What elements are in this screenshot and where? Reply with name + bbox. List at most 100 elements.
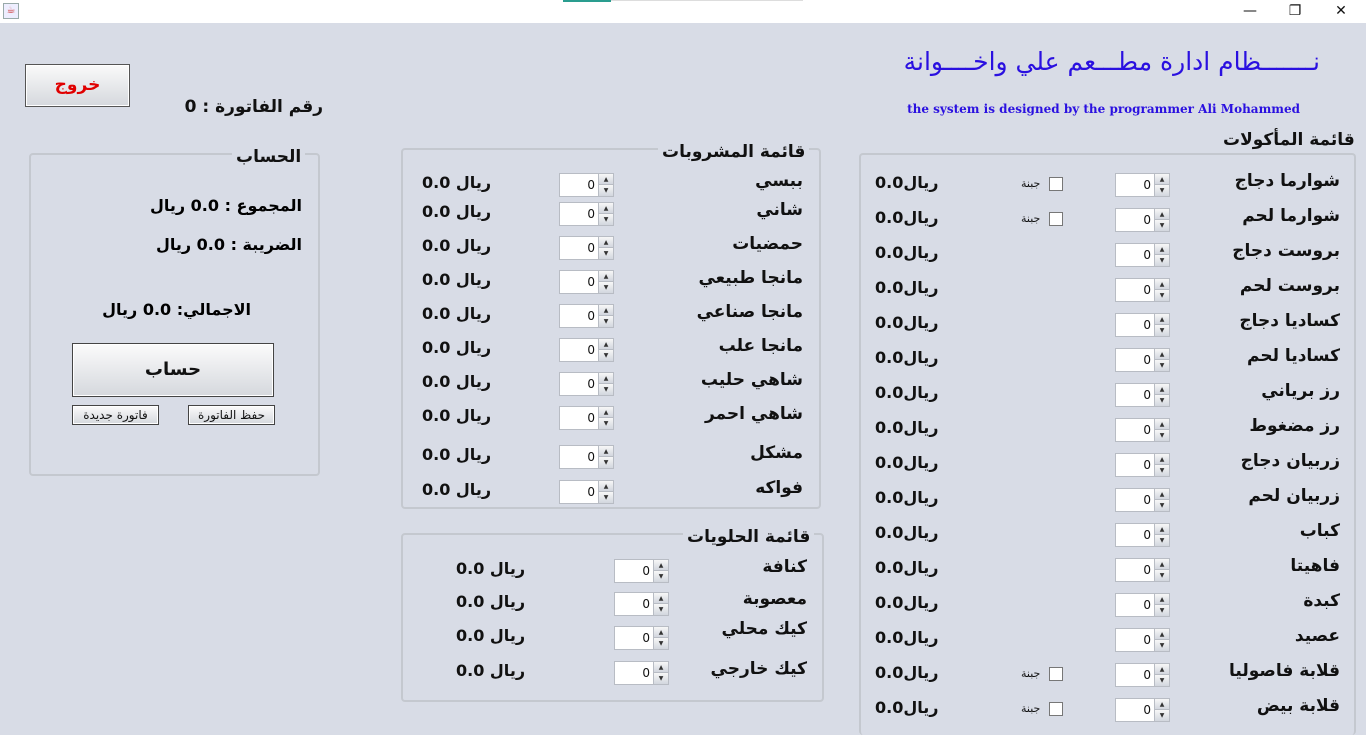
quantity-spinner[interactable]: 0 ▲ ▼ <box>559 236 614 260</box>
quantity-value[interactable]: 0 <box>560 373 597 395</box>
quantity-spinner[interactable]: 0 ▲ ▼ <box>1115 593 1170 617</box>
quantity-value[interactable]: 0 <box>1116 629 1153 651</box>
quantity-spinner[interactable]: 0 ▲ ▼ <box>1115 313 1170 337</box>
spinner-up-arrow-icon[interactable]: ▲ <box>653 662 668 673</box>
spinner-down-arrow-icon[interactable]: ▼ <box>598 350 613 361</box>
quantity-spinner[interactable]: 0 ▲ ▼ <box>1115 348 1170 372</box>
spinner-down-arrow-icon[interactable]: ▼ <box>598 418 613 429</box>
quantity-spinner[interactable]: 0 ▲ ▼ <box>1115 383 1170 407</box>
spinner-down-arrow-icon[interactable]: ▼ <box>598 457 613 468</box>
spinner-down-arrow-icon[interactable]: ▼ <box>1154 395 1169 406</box>
spinner-up-arrow-icon[interactable]: ▲ <box>1154 419 1169 430</box>
spinner-down-arrow-icon[interactable]: ▼ <box>1154 185 1169 196</box>
spinner-up-arrow-icon[interactable]: ▲ <box>1154 629 1169 640</box>
quantity-spinner[interactable]: 0 ▲ ▼ <box>1115 243 1170 267</box>
quantity-value[interactable]: 0 <box>615 560 652 582</box>
quantity-value[interactable]: 0 <box>1116 419 1153 441</box>
spinner-down-arrow-icon[interactable]: ▼ <box>653 638 668 649</box>
quantity-value[interactable]: 0 <box>560 481 597 503</box>
quantity-value[interactable]: 0 <box>615 593 652 615</box>
quantity-spinner[interactable]: 0 ▲ ▼ <box>1115 523 1170 547</box>
spinner-up-arrow-icon[interactable]: ▲ <box>1154 524 1169 535</box>
minimize-button[interactable]: — <box>1227 0 1273 22</box>
spinner-down-arrow-icon[interactable]: ▼ <box>1154 325 1169 336</box>
spinner-up-arrow-icon[interactable]: ▲ <box>598 373 613 384</box>
spinner-down-arrow-icon[interactable]: ▼ <box>1154 570 1169 581</box>
quantity-spinner[interactable]: 0 ▲ ▼ <box>614 559 669 583</box>
spinner-down-arrow-icon[interactable]: ▼ <box>1154 360 1169 371</box>
quantity-value[interactable]: 0 <box>560 271 597 293</box>
spinner-up-arrow-icon[interactable]: ▲ <box>598 174 613 185</box>
quantity-spinner[interactable]: 0 ▲ ▼ <box>559 270 614 294</box>
spinner-down-arrow-icon[interactable]: ▼ <box>1154 605 1169 616</box>
spinner-down-arrow-icon[interactable]: ▼ <box>598 492 613 503</box>
spinner-up-arrow-icon[interactable]: ▲ <box>598 237 613 248</box>
quantity-spinner[interactable]: 0 ▲ ▼ <box>1115 418 1170 442</box>
cheese-checkbox[interactable] <box>1049 212 1063 226</box>
spinner-down-arrow-icon[interactable]: ▼ <box>598 316 613 327</box>
quantity-spinner[interactable]: 0 ▲ ▼ <box>614 661 669 685</box>
quantity-value[interactable]: 0 <box>560 407 597 429</box>
spinner-up-arrow-icon[interactable]: ▲ <box>1154 559 1169 570</box>
quantity-spinner[interactable]: 0 ▲ ▼ <box>614 626 669 650</box>
quantity-spinner[interactable]: 0 ▲ ▼ <box>614 592 669 616</box>
spinner-up-arrow-icon[interactable]: ▲ <box>598 305 613 316</box>
quantity-value[interactable]: 0 <box>560 446 597 468</box>
quantity-spinner[interactable]: 0 ▲ ▼ <box>559 338 614 362</box>
spinner-down-arrow-icon[interactable]: ▼ <box>598 214 613 225</box>
spinner-up-arrow-icon[interactable]: ▲ <box>1154 314 1169 325</box>
spinner-down-arrow-icon[interactable]: ▼ <box>1154 255 1169 266</box>
spinner-up-arrow-icon[interactable]: ▲ <box>1154 174 1169 185</box>
quantity-value[interactable]: 0 <box>1116 349 1153 371</box>
spinner-down-arrow-icon[interactable]: ▼ <box>1154 640 1169 651</box>
quantity-value[interactable]: 0 <box>1116 174 1153 196</box>
quantity-spinner[interactable]: 0 ▲ ▼ <box>1115 208 1170 232</box>
spinner-up-arrow-icon[interactable]: ▲ <box>1154 384 1169 395</box>
quantity-spinner[interactable]: 0 ▲ ▼ <box>559 406 614 430</box>
quantity-spinner[interactable]: 0 ▲ ▼ <box>559 445 614 469</box>
quantity-value[interactable]: 0 <box>1116 664 1153 686</box>
quantity-spinner[interactable]: 0 ▲ ▼ <box>1115 698 1170 722</box>
spinner-up-arrow-icon[interactable]: ▲ <box>598 271 613 282</box>
quantity-value[interactable]: 0 <box>1116 559 1153 581</box>
spinner-down-arrow-icon[interactable]: ▼ <box>1154 500 1169 511</box>
quantity-value[interactable]: 0 <box>615 627 652 649</box>
quantity-spinner[interactable]: 0 ▲ ▼ <box>1115 488 1170 512</box>
spinner-up-arrow-icon[interactable]: ▲ <box>1154 594 1169 605</box>
cheese-checkbox[interactable] <box>1049 667 1063 681</box>
spinner-up-arrow-icon[interactable]: ▲ <box>653 627 668 638</box>
cheese-checkbox[interactable] <box>1049 702 1063 716</box>
quantity-value[interactable]: 0 <box>1116 699 1153 721</box>
spinner-down-arrow-icon[interactable]: ▼ <box>598 384 613 395</box>
spinner-down-arrow-icon[interactable]: ▼ <box>1154 430 1169 441</box>
spinner-down-arrow-icon[interactable]: ▼ <box>1154 220 1169 231</box>
spinner-up-arrow-icon[interactable]: ▲ <box>1154 209 1169 220</box>
spinner-down-arrow-icon[interactable]: ▼ <box>1154 710 1169 721</box>
quantity-value[interactable]: 0 <box>1116 209 1153 231</box>
spinner-down-arrow-icon[interactable]: ▼ <box>653 571 668 582</box>
quantity-value[interactable]: 0 <box>1116 244 1153 266</box>
quantity-spinner[interactable]: 0 ▲ ▼ <box>559 372 614 396</box>
calculate-button[interactable]: حساب <box>72 343 274 397</box>
quantity-value[interactable]: 0 <box>1116 454 1153 476</box>
quantity-spinner[interactable]: 0 ▲ ▼ <box>559 304 614 328</box>
spinner-down-arrow-icon[interactable]: ▼ <box>1154 675 1169 686</box>
spinner-up-arrow-icon[interactable]: ▲ <box>598 339 613 350</box>
cheese-checkbox[interactable] <box>1049 177 1063 191</box>
quantity-value[interactable]: 0 <box>560 174 597 196</box>
spinner-up-arrow-icon[interactable]: ▲ <box>1154 454 1169 465</box>
spinner-up-arrow-icon[interactable]: ▲ <box>1154 699 1169 710</box>
close-button[interactable]: ✕ <box>1318 0 1364 22</box>
spinner-up-arrow-icon[interactable]: ▲ <box>598 407 613 418</box>
quantity-value[interactable]: 0 <box>1116 594 1153 616</box>
spinner-up-arrow-icon[interactable]: ▲ <box>653 560 668 571</box>
spinner-up-arrow-icon[interactable]: ▲ <box>598 203 613 214</box>
quantity-spinner[interactable]: 0 ▲ ▼ <box>1115 453 1170 477</box>
quantity-spinner[interactable]: 0 ▲ ▼ <box>559 480 614 504</box>
maximize-button[interactable]: ❐ <box>1272 0 1318 22</box>
spinner-up-arrow-icon[interactable]: ▲ <box>1154 244 1169 255</box>
spinner-down-arrow-icon[interactable]: ▼ <box>1154 290 1169 301</box>
quantity-value[interactable]: 0 <box>560 305 597 327</box>
spinner-down-arrow-icon[interactable]: ▼ <box>653 604 668 615</box>
quantity-spinner[interactable]: 0 ▲ ▼ <box>559 173 614 197</box>
